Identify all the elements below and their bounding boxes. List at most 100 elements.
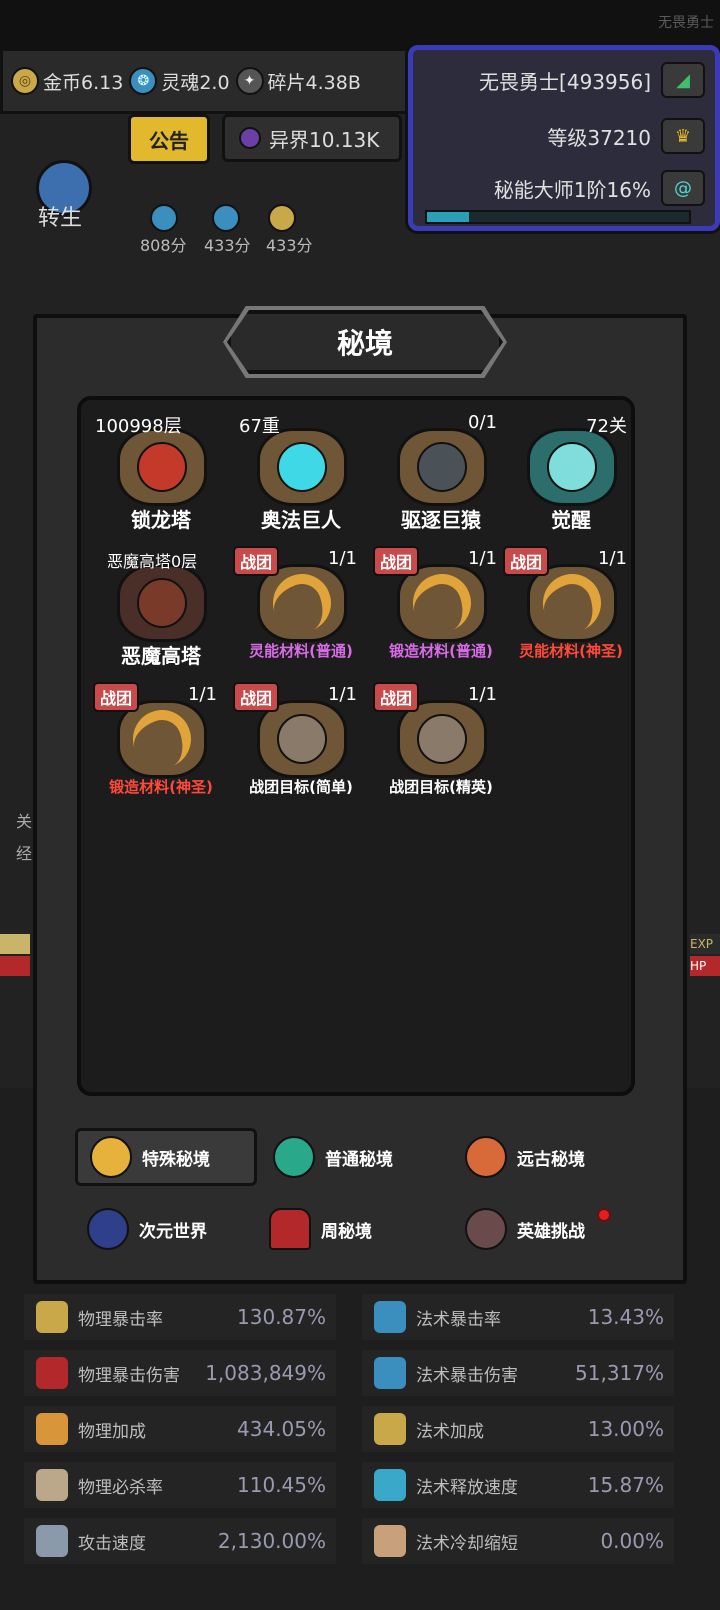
tab-label: 远古秘境 xyxy=(517,1149,585,1170)
realm-count: 恶魔高塔0层 xyxy=(107,552,198,571)
stat-spell-crit-damage: 法术暴击伤害 51,317% xyxy=(362,1350,674,1396)
demon-tower-icon xyxy=(117,564,207,642)
signal-icon[interactable]: ◢ xyxy=(661,62,705,98)
realm-guild-target-elite[interactable]: 战团 1/1 战团目标(精英) xyxy=(371,680,511,810)
crown-icon[interactable]: ♛ xyxy=(661,118,705,154)
realm-name: 战团目标(简单) xyxy=(249,778,353,796)
player-level: 等级37210 xyxy=(547,125,651,150)
stat-phys-crit-rate: 物理暴击率 130.87% xyxy=(24,1294,336,1340)
spell-crit-icon xyxy=(374,1301,406,1333)
dialog-title: 秘境 xyxy=(227,310,503,374)
player-panel[interactable]: 无畏勇士[493956] ◢ 等级37210 ♛ 秘能大师1阶16% @ xyxy=(408,45,720,231)
realm-grid: 100998层 锁龙塔 67重 奥法巨人 0/1 驱逐巨猿 72关 觉醒 恶魔高… xyxy=(77,396,635,1096)
score-2: 433分 xyxy=(204,236,251,255)
realm-name: 灵能材料(神圣) xyxy=(519,642,623,660)
cast-speed-icon xyxy=(374,1469,406,1501)
fragment-icon: ✦ xyxy=(235,67,264,95)
realm-name: 奥法巨人 xyxy=(261,508,341,532)
realm-name: 驱逐巨猿 xyxy=(401,508,481,532)
exp-label: EXP xyxy=(690,934,720,954)
otherworld-button[interactable]: 异界10.13K xyxy=(222,114,402,162)
fragment-amount: 碎片4.38B xyxy=(267,71,361,94)
realm-name: 锁龙塔 xyxy=(131,508,191,532)
gold-coin-icon: ◎ xyxy=(11,67,39,95)
mastery-progress-fill xyxy=(427,212,469,222)
realm-awakening[interactable]: 72关 觉醒 xyxy=(501,408,641,538)
guild-tag: 战团 xyxy=(373,546,420,576)
realm-count: 1/1 xyxy=(188,684,217,705)
tab-ancient-realm[interactable]: 远古秘境 xyxy=(465,1128,585,1186)
realm-name: 恶魔高塔 xyxy=(121,644,201,668)
hp-bar xyxy=(0,956,30,976)
soul-amount: 灵魂2.0 xyxy=(161,71,230,94)
gold-amount: 金币6.13 xyxy=(43,71,124,94)
tab-label: 特殊秘境 xyxy=(142,1149,210,1170)
realm-forge-holy[interactable]: 战团 1/1 锻造材料(神圣) xyxy=(91,680,231,810)
stat-phys-crit-damage: 物理暴击伤害 1,083,849% xyxy=(24,1350,336,1396)
realm-arcane-giant[interactable]: 67重 奥法巨人 xyxy=(231,408,371,538)
side-label-2: 经 xyxy=(16,844,33,863)
tab-normal-realm[interactable]: 普通秘境 xyxy=(273,1128,393,1186)
swirl-icon[interactable]: @ xyxy=(661,170,705,206)
player-mastery: 秘能大师1阶16% xyxy=(493,177,651,202)
currency-soul[interactable]: ❂ 灵魂2.0 xyxy=(129,67,230,95)
stat-cooldown-reduction: 法术冷却缩短 0.00% xyxy=(362,1518,674,1564)
gold-score-icon xyxy=(268,204,296,232)
player-level-row: 等级37210 ♛ xyxy=(547,118,705,154)
realm-forge-normal[interactable]: 战团 1/1 锻造材料(普通) xyxy=(371,544,511,674)
guild-tag: 战团 xyxy=(93,682,140,712)
soul-score-icon-2 xyxy=(212,204,240,232)
stat-phys-bonus: 物理加成 434.05% xyxy=(24,1406,336,1452)
realm-dragon-tower[interactable]: 100998层 锁龙塔 xyxy=(91,408,231,538)
tab-dimension-world[interactable]: 次元世界 xyxy=(87,1200,207,1258)
tab-label: 次元世界 xyxy=(139,1221,207,1242)
phys-crit-icon xyxy=(36,1301,68,1333)
hp-label: HP xyxy=(690,956,720,976)
secret-realm-dialog: 秘境 100998层 锁龙塔 67重 奥法巨人 0/1 驱逐巨猿 72关 觉醒 … xyxy=(33,306,687,1284)
realm-psionic-normal[interactable]: 战团 1/1 灵能材料(普通) xyxy=(231,544,371,674)
tab-hero-challenge[interactable]: 英雄挑战 xyxy=(465,1200,585,1258)
hourglass-icon xyxy=(374,1525,406,1557)
realm-demon-tower[interactable]: 恶魔高塔0层 恶魔高塔 xyxy=(91,544,231,674)
tab-label: 普通秘境 xyxy=(325,1149,393,1170)
realm-name: 战团目标(精英) xyxy=(389,778,493,796)
tab-weekly-realm[interactable]: 周秘境 xyxy=(269,1200,372,1258)
realm-name: 锻造材料(神圣) xyxy=(109,778,213,796)
tab-special-realm[interactable]: 特殊秘境 xyxy=(75,1128,257,1186)
arcane-crystal-icon xyxy=(257,428,347,506)
realm-count: 1/1 xyxy=(328,684,357,705)
normal-realm-icon xyxy=(273,1136,315,1178)
realm-name: 灵能材料(普通) xyxy=(249,642,353,660)
currency-gold[interactable]: ◎ 金币6.13 xyxy=(11,67,123,95)
notice-button[interactable]: 公告 xyxy=(128,114,210,164)
weekly-gate-icon xyxy=(269,1208,311,1250)
realm-guild-target-easy[interactable]: 战团 1/1 战团目标(简单) xyxy=(231,680,371,810)
realm-count: 0/1 xyxy=(468,412,497,433)
player-mastery-row: 秘能大师1阶16% @ xyxy=(494,170,705,206)
stat-spell-crit-rate: 法术暴击率 13.43% xyxy=(362,1294,674,1340)
stat-cast-speed: 法术释放速度 15.87% xyxy=(362,1462,674,1508)
realm-count: 72关 xyxy=(586,416,627,437)
attack-speed-icon xyxy=(36,1525,68,1557)
guild-tag: 战团 xyxy=(503,546,550,576)
realm-count: 1/1 xyxy=(328,548,357,569)
realm-giant-ape[interactable]: 0/1 驱逐巨猿 xyxy=(371,408,511,538)
currency-fragment[interactable]: ✦ 碎片4.38B xyxy=(235,67,361,95)
side-label-1: 关 xyxy=(16,812,33,831)
spell-crit-damage-icon xyxy=(374,1357,406,1389)
mastery-progress-bar xyxy=(425,210,691,224)
phys-crit-damage-icon xyxy=(36,1357,68,1389)
demon-skull-icon xyxy=(465,1208,507,1250)
spell-bonus-icon xyxy=(374,1413,406,1445)
player-name-row: 无畏勇士[493956] ◢ xyxy=(479,62,705,98)
ghost-player-name: 无畏勇士 xyxy=(658,15,714,31)
otherworld-icon xyxy=(239,127,261,149)
guild-tag: 战团 xyxy=(233,682,280,712)
realm-psionic-holy[interactable]: 战团 1/1 灵能材料(神圣) xyxy=(501,544,641,674)
soul-score-icon xyxy=(150,204,178,232)
tab-label: 周秘境 xyxy=(321,1221,372,1242)
awakening-icon xyxy=(527,428,617,506)
sword-icon xyxy=(36,1413,68,1445)
otherworld-label: 异界10.13K xyxy=(269,127,380,152)
soul-icon: ❂ xyxy=(129,67,158,95)
